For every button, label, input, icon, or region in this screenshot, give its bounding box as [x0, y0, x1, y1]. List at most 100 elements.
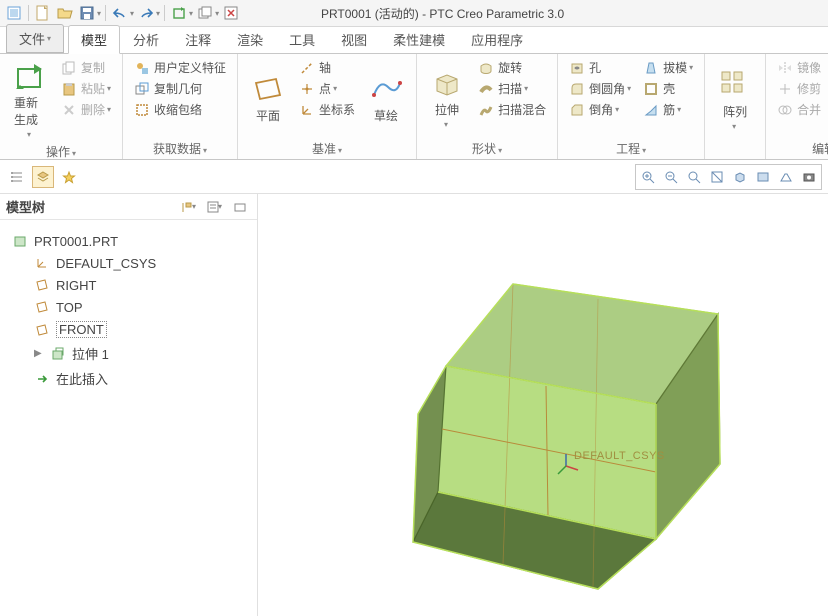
chamfer-button[interactable]: 倒角▾ — [566, 100, 634, 119]
rib-button[interactable]: 筋▾ — [640, 100, 696, 119]
point-button[interactable]: 点▾ — [296, 79, 358, 98]
tree-layers-icon[interactable] — [32, 166, 54, 188]
mirror-button[interactable]: 镜像 — [774, 58, 824, 77]
snapshot-icon[interactable] — [798, 166, 820, 188]
zoom-out-icon[interactable] — [660, 166, 682, 188]
copy-geom-label: 复制几何 — [154, 80, 202, 97]
csys-button[interactable]: 坐标系 — [296, 100, 358, 119]
tree-csys[interactable]: DEFAULT_CSYS — [30, 252, 249, 274]
shell-button[interactable]: 壳 — [640, 79, 696, 98]
undo-dropdown[interactable]: ▾ — [130, 9, 134, 18]
close-win-icon[interactable] — [221, 3, 241, 23]
tree-insert[interactable]: 在此插入 — [30, 366, 249, 391]
tab-analysis[interactable]: 分析 — [120, 25, 172, 53]
tab-tools[interactable]: 工具 — [276, 25, 328, 53]
tab-view[interactable]: 视图 — [328, 25, 380, 53]
windows-dropdown[interactable]: ▾ — [215, 9, 219, 18]
tree-root[interactable]: PRT0001.PRT — [8, 230, 249, 252]
group-eng-label[interactable]: 工程▾ — [566, 138, 696, 157]
round-button[interactable]: 倒圆角▾ — [566, 79, 634, 98]
new-icon[interactable] — [33, 3, 53, 23]
copy-icon — [61, 60, 77, 76]
tree-settings-icon[interactable]: ▾ — [177, 196, 199, 218]
group-datum-label[interactable]: 基准▾ — [246, 138, 408, 157]
save-dropdown[interactable]: ▾ — [97, 9, 101, 18]
perspective-icon[interactable] — [775, 166, 797, 188]
redo-dropdown[interactable]: ▾ — [156, 9, 160, 18]
paste-button[interactable]: 粘贴▾ — [58, 79, 114, 98]
group-shape-label[interactable]: 形状▾ — [425, 138, 549, 157]
shrinkwrap-icon — [134, 102, 150, 118]
sketch-button[interactable]: 草绘 — [364, 58, 408, 138]
undo-icon[interactable] — [110, 3, 130, 23]
axis-button[interactable]: 轴 — [296, 58, 358, 77]
shrinkwrap-button[interactable]: 收缩包络 — [131, 100, 229, 119]
sweep-label: 扫描 — [498, 80, 522, 97]
plane-node-icon — [34, 277, 50, 293]
hole-label: 孔 — [589, 59, 601, 76]
tab-render[interactable]: 渲染 — [224, 25, 276, 53]
display-style-icon[interactable] — [729, 166, 751, 188]
app-icon[interactable] — [4, 3, 24, 23]
graphics-area[interactable]: DEFAULT_CSYS — [258, 194, 828, 616]
sweep-button[interactable]: 扫描▾ — [475, 79, 549, 98]
draft-label: 拔模 — [663, 59, 687, 76]
redo-icon[interactable] — [136, 3, 156, 23]
title-bar: ▾ ▾ ▾ ▾ ▾ PRT0001 (活动的) - PTC Creo Param… — [0, 0, 828, 27]
merge-button[interactable]: 合并 — [774, 100, 824, 119]
regen-icon[interactable] — [169, 3, 189, 23]
group-getdata-label[interactable]: 获取数据▾ — [131, 138, 229, 157]
saved-views-icon[interactable] — [752, 166, 774, 188]
zoom-in-icon[interactable] — [637, 166, 659, 188]
hole-button[interactable]: 孔 — [566, 58, 634, 77]
draft-button[interactable]: 拔模▾ — [640, 58, 696, 77]
user-feature-button[interactable]: 用户定义特征 — [131, 58, 229, 77]
regen-button[interactable]: 重新生成 ▾ — [8, 58, 52, 141]
tree-show-icon[interactable] — [229, 196, 251, 218]
tab-file[interactable]: 文件▾ — [6, 24, 64, 53]
tree-flat-icon[interactable] — [6, 166, 28, 188]
extrude-node-icon — [50, 346, 66, 362]
revolve-button[interactable]: 旋转 — [475, 58, 549, 77]
user-feature-label: 用户定义特征 — [154, 59, 226, 76]
group-operate-label[interactable]: 操作▾ — [8, 141, 114, 160]
copy-geom-button[interactable]: 复制几何 — [131, 79, 229, 98]
sweep-blend-button[interactable]: 扫描混合 — [475, 100, 549, 119]
copy-label: 复制 — [81, 59, 105, 76]
tree-extrude[interactable]: ▶ 拉伸 1 — [30, 341, 249, 366]
sweep-icon — [478, 81, 494, 97]
trim-button[interactable]: 修剪 — [774, 79, 824, 98]
plane-icon — [252, 73, 284, 105]
tree-top[interactable]: TOP — [30, 296, 249, 318]
pattern-button[interactable]: 阵列 ▾ — [713, 58, 757, 141]
delete-button[interactable]: 删除▾ — [58, 100, 114, 119]
regen-dropdown[interactable]: ▾ — [189, 9, 193, 18]
tree-right[interactable]: RIGHT — [30, 274, 249, 296]
group-edit-label[interactable]: 编辑▾ — [774, 138, 828, 157]
axis-icon — [299, 60, 315, 76]
pattern-icon — [719, 69, 751, 101]
tree-favorites-icon[interactable] — [58, 166, 80, 188]
save-icon[interactable] — [77, 3, 97, 23]
separator — [28, 5, 29, 21]
group-operate: 重新生成 ▾ 复制 粘贴▾ 删除▾ 操作▾ — [0, 54, 123, 159]
expander-icon[interactable]: ▶ — [34, 348, 44, 359]
extrude-button[interactable]: 拉伸 ▾ — [425, 58, 469, 138]
tab-annotate[interactable]: 注释 — [172, 25, 224, 53]
tab-flex[interactable]: 柔性建模 — [380, 25, 458, 53]
tree-front[interactable]: FRONT — [30, 318, 249, 341]
delete-icon — [61, 102, 77, 118]
tab-apps[interactable]: 应用程序 — [458, 25, 536, 53]
tree-filter-icon[interactable]: ▾ — [203, 196, 225, 218]
tab-model[interactable]: 模型 — [68, 25, 120, 54]
axis-label: 轴 — [319, 59, 331, 76]
plane-button[interactable]: 平面 — [246, 58, 290, 138]
windows-icon[interactable] — [195, 3, 215, 23]
repaint-icon[interactable] — [706, 166, 728, 188]
open-icon[interactable] — [55, 3, 75, 23]
sweep-blend-icon — [478, 102, 494, 118]
sweep-blend-label: 扫描混合 — [498, 101, 546, 118]
copy-button[interactable]: 复制 — [58, 58, 114, 77]
rib-label: 筋 — [663, 101, 675, 118]
zoom-fit-icon[interactable] — [683, 166, 705, 188]
